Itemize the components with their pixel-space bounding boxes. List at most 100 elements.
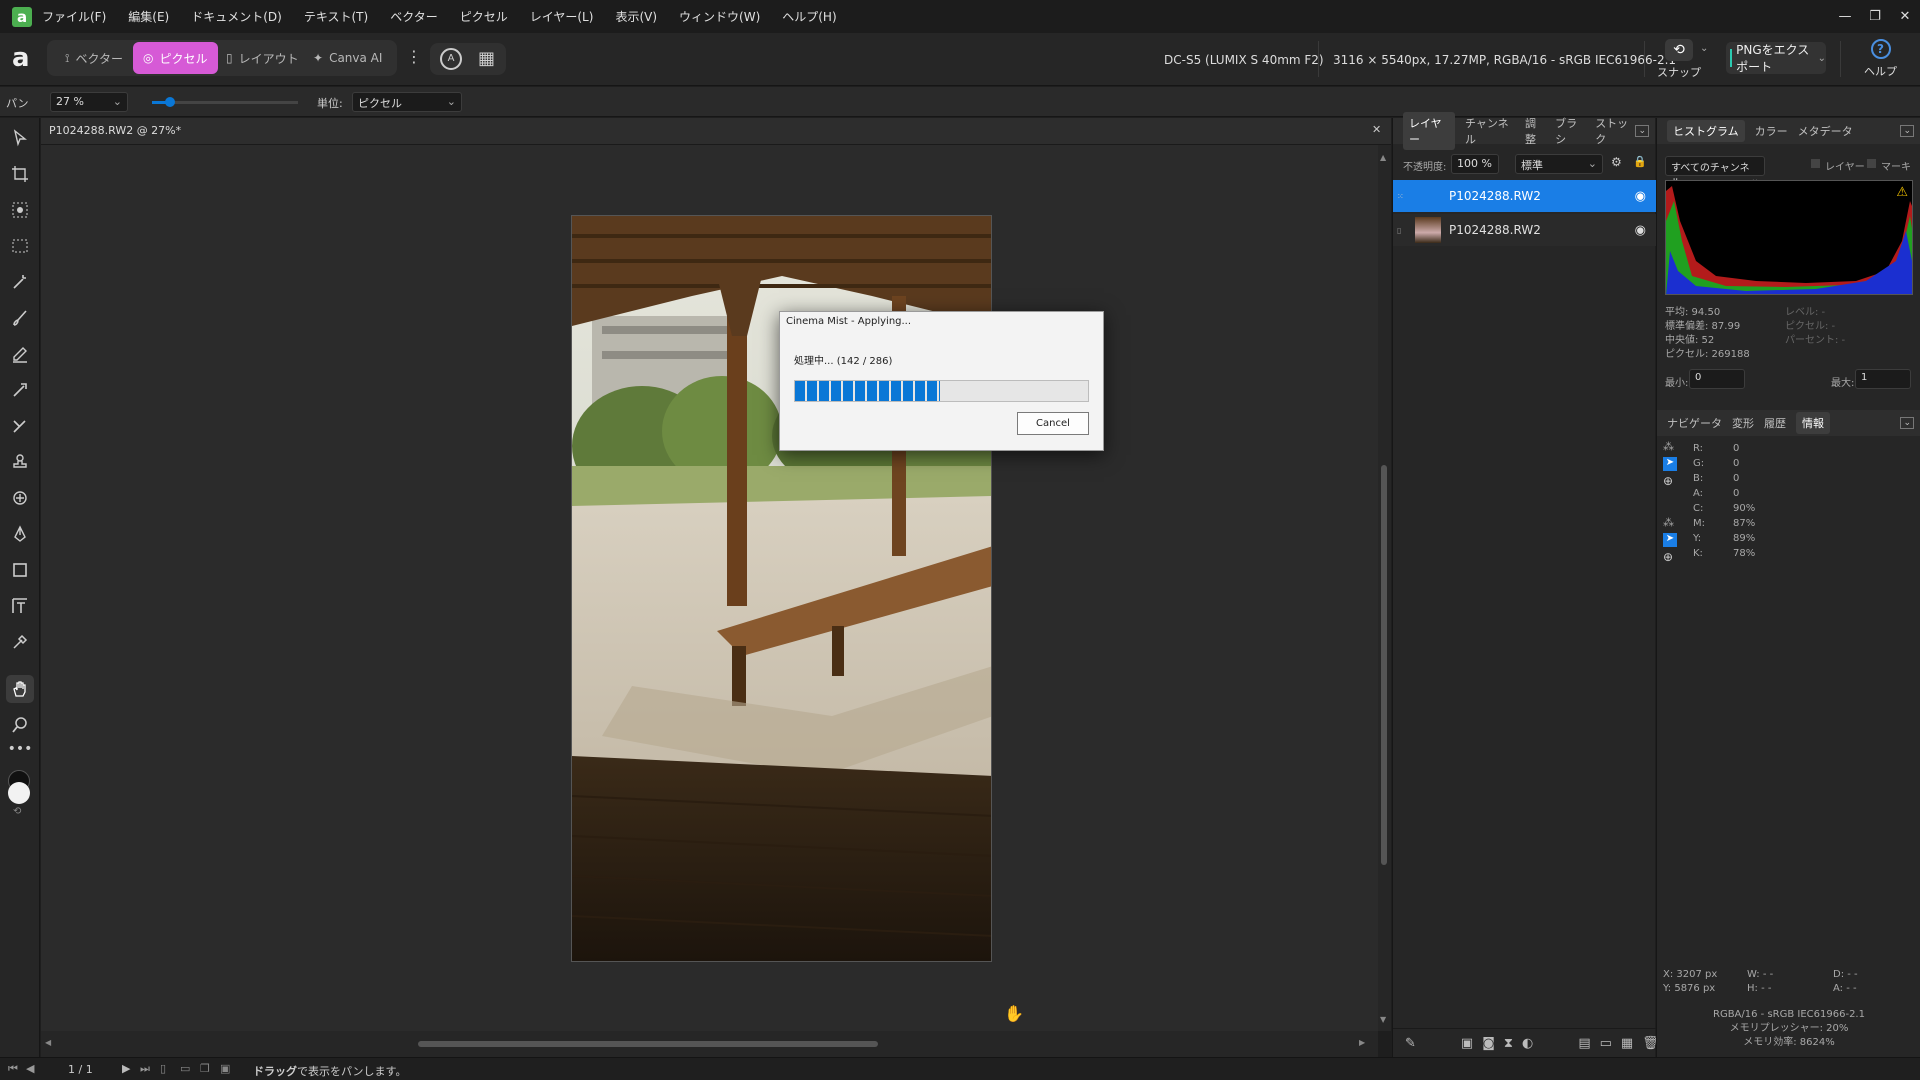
blend-mode-select[interactable]: 標準 ⌄: [1515, 154, 1603, 174]
tab-brushes[interactable]: ブラシ: [1555, 115, 1585, 147]
vertical-scrollbar[interactable]: ▲ ▼: [1378, 145, 1391, 1031]
export-png-button[interactable]: PNGをエクスポート ⌄: [1726, 42, 1826, 74]
first-page-icon[interactable]: ⏮: [8, 1062, 18, 1076]
pointer-icon[interactable]: ➤: [1663, 457, 1677, 471]
opacity-field[interactable]: 100 %: [1451, 154, 1499, 174]
crop-tool-icon[interactable]: [6, 160, 34, 188]
horizontal-scrollbar[interactable]: ◀ ▶: [41, 1031, 1378, 1057]
panel-menu-icon[interactable]: ⌄: [1900, 417, 1914, 429]
swap-colors-icon[interactable]: ⟲: [13, 806, 21, 817]
pixel-layer-icon[interactable]: ▦: [1621, 1036, 1633, 1051]
menu-window[interactable]: ウィンドウ(W): [679, 8, 760, 25]
edit-icon[interactable]: ✎: [1405, 1036, 1416, 1051]
eye-icon[interactable]: ◉: [1635, 223, 1646, 238]
last-page-icon[interactable]: ⏭: [140, 1062, 150, 1076]
selection-brush-icon[interactable]: [6, 196, 34, 224]
tab-layers[interactable]: レイヤー: [1403, 112, 1455, 150]
persona-vector[interactable]: ⟟ ベクター: [55, 42, 133, 74]
more-tools-icon[interactable]: •••: [6, 735, 34, 763]
document-tab-title[interactable]: P1024288.RW2 @ 27%*: [49, 124, 181, 137]
copy-icon[interactable]: ❐: [200, 1062, 210, 1075]
eyedropper-icon[interactable]: [6, 628, 34, 656]
paint-brush-icon[interactable]: [6, 304, 34, 332]
persona-pixel[interactable]: ◎ ピクセル: [133, 42, 218, 74]
move-tool-icon[interactable]: [6, 124, 34, 152]
fx-icon[interactable]: ▣: [1461, 1036, 1473, 1051]
zoom-field[interactable]: 27 % ⌄: [50, 92, 128, 112]
page-view-icon[interactable]: ▯: [160, 1062, 166, 1075]
prev-page-icon[interactable]: ◀: [26, 1062, 34, 1075]
layer-row[interactable]: ▯ P1024288.RW2 ◉: [1393, 214, 1656, 246]
scroll-right-icon[interactable]: ▶: [1359, 1038, 1365, 1047]
rectangle-tool-icon[interactable]: [6, 556, 34, 584]
layer-checkbox[interactable]: [1811, 159, 1820, 168]
gear-icon[interactable]: ⚙: [1611, 155, 1622, 169]
menu-document[interactable]: ドキュメント(D): [191, 8, 282, 25]
menu-view[interactable]: 表示(V): [615, 8, 657, 25]
panel-menu-icon[interactable]: ⌄: [1900, 125, 1914, 137]
spread-view-icon[interactable]: ▭: [180, 1062, 190, 1075]
close-document-icon[interactable]: ✕: [1372, 123, 1381, 136]
horizontal-scroll-thumb[interactable]: [418, 1041, 878, 1047]
more-icon[interactable]: ⋮: [406, 47, 422, 66]
hourglass-icon[interactable]: ⧗: [1504, 1036, 1513, 1051]
menu-text[interactable]: テキスト(T): [304, 8, 368, 25]
color-picker-icon[interactable]: ⁂: [1663, 440, 1677, 457]
eye-icon[interactable]: ◉: [1635, 189, 1646, 204]
marquee-tool-icon[interactable]: [6, 232, 34, 260]
chevron-down-icon[interactable]: ⌄: [1700, 43, 1708, 54]
scroll-left-icon[interactable]: ◀: [45, 1038, 51, 1047]
tab-info[interactable]: 情報: [1796, 412, 1830, 434]
vertical-scroll-thumb[interactable]: [1381, 465, 1387, 865]
close-window-button[interactable]: ✕: [1890, 9, 1920, 24]
zoom-slider[interactable]: [152, 97, 298, 107]
assistant-icon[interactable]: A: [440, 48, 462, 70]
smudge-tool-icon[interactable]: [6, 412, 34, 440]
play-icon[interactable]: ▶: [122, 1062, 130, 1075]
primary-color-swatch[interactable]: [8, 782, 30, 804]
dodge-tool-icon[interactable]: [6, 376, 34, 404]
unit-select[interactable]: ピクセル ⌄: [352, 92, 462, 112]
restore-button[interactable]: ❐: [1860, 9, 1890, 24]
healing-brush-icon[interactable]: [6, 484, 34, 512]
max-field[interactable]: 1: [1855, 369, 1911, 389]
tab-navigator[interactable]: ナビゲータ: [1667, 415, 1722, 431]
lock-icon[interactable]: 🔒: [1633, 155, 1647, 168]
zoom-slider-thumb[interactable]: [165, 97, 175, 107]
persona-canva-ai[interactable]: ✦ Canva AI: [303, 42, 392, 74]
menu-layer[interactable]: レイヤー(L): [530, 8, 594, 25]
minimize-button[interactable]: —: [1830, 9, 1860, 24]
scroll-down-icon[interactable]: ▼: [1380, 1015, 1386, 1024]
tab-transform[interactable]: 変形: [1732, 415, 1754, 431]
hand-tool-icon[interactable]: [6, 675, 34, 703]
menu-pixel[interactable]: ピクセル: [460, 8, 508, 25]
panel-menu-icon[interactable]: ⌄: [1635, 125, 1650, 137]
menu-file[interactable]: ファイル(F): [42, 8, 106, 25]
tab-channels[interactable]: チャンネル: [1465, 115, 1515, 147]
persona-layout[interactable]: ▯ レイアウト: [216, 42, 309, 74]
color-picker-icon[interactable]: ⁂: [1663, 516, 1677, 533]
grid-icon[interactable]: ▦: [478, 48, 495, 69]
tab-color[interactable]: カラー: [1755, 123, 1788, 139]
mask-icon[interactable]: ◙: [1482, 1036, 1495, 1051]
delete-page-icon[interactable]: ▣: [220, 1062, 230, 1075]
tab-stock[interactable]: ストック: [1595, 115, 1635, 147]
adjustment-icon[interactable]: ◐: [1522, 1036, 1533, 1051]
min-field[interactable]: 0: [1689, 369, 1745, 389]
layer-row[interactable]: ⁙ P1024288.RW2 ◉: [1393, 180, 1656, 212]
tab-histogram[interactable]: ヒストグラム: [1667, 120, 1745, 142]
group-icon[interactable]: ▤: [1578, 1036, 1590, 1051]
pointer-icon[interactable]: ➤: [1663, 533, 1677, 547]
folder-icon[interactable]: ▭: [1600, 1036, 1612, 1051]
snap-button[interactable]: ⟲ スナップ: [1656, 37, 1702, 83]
help-button[interactable]: ? ヘルプ: [1864, 39, 1897, 79]
pen-tool-icon[interactable]: [6, 520, 34, 548]
flood-select-icon[interactable]: [6, 268, 34, 296]
pencil-icon[interactable]: [6, 340, 34, 368]
menu-edit[interactable]: 編集(E): [128, 8, 169, 25]
marquee-checkbox[interactable]: [1867, 159, 1876, 168]
channel-select[interactable]: すべてのチャンネル⌄: [1665, 156, 1765, 189]
tab-adjustments[interactable]: 調整: [1525, 115, 1545, 147]
tab-metadata[interactable]: メタデータ: [1798, 123, 1853, 139]
menu-vector[interactable]: ベクター: [390, 8, 438, 25]
